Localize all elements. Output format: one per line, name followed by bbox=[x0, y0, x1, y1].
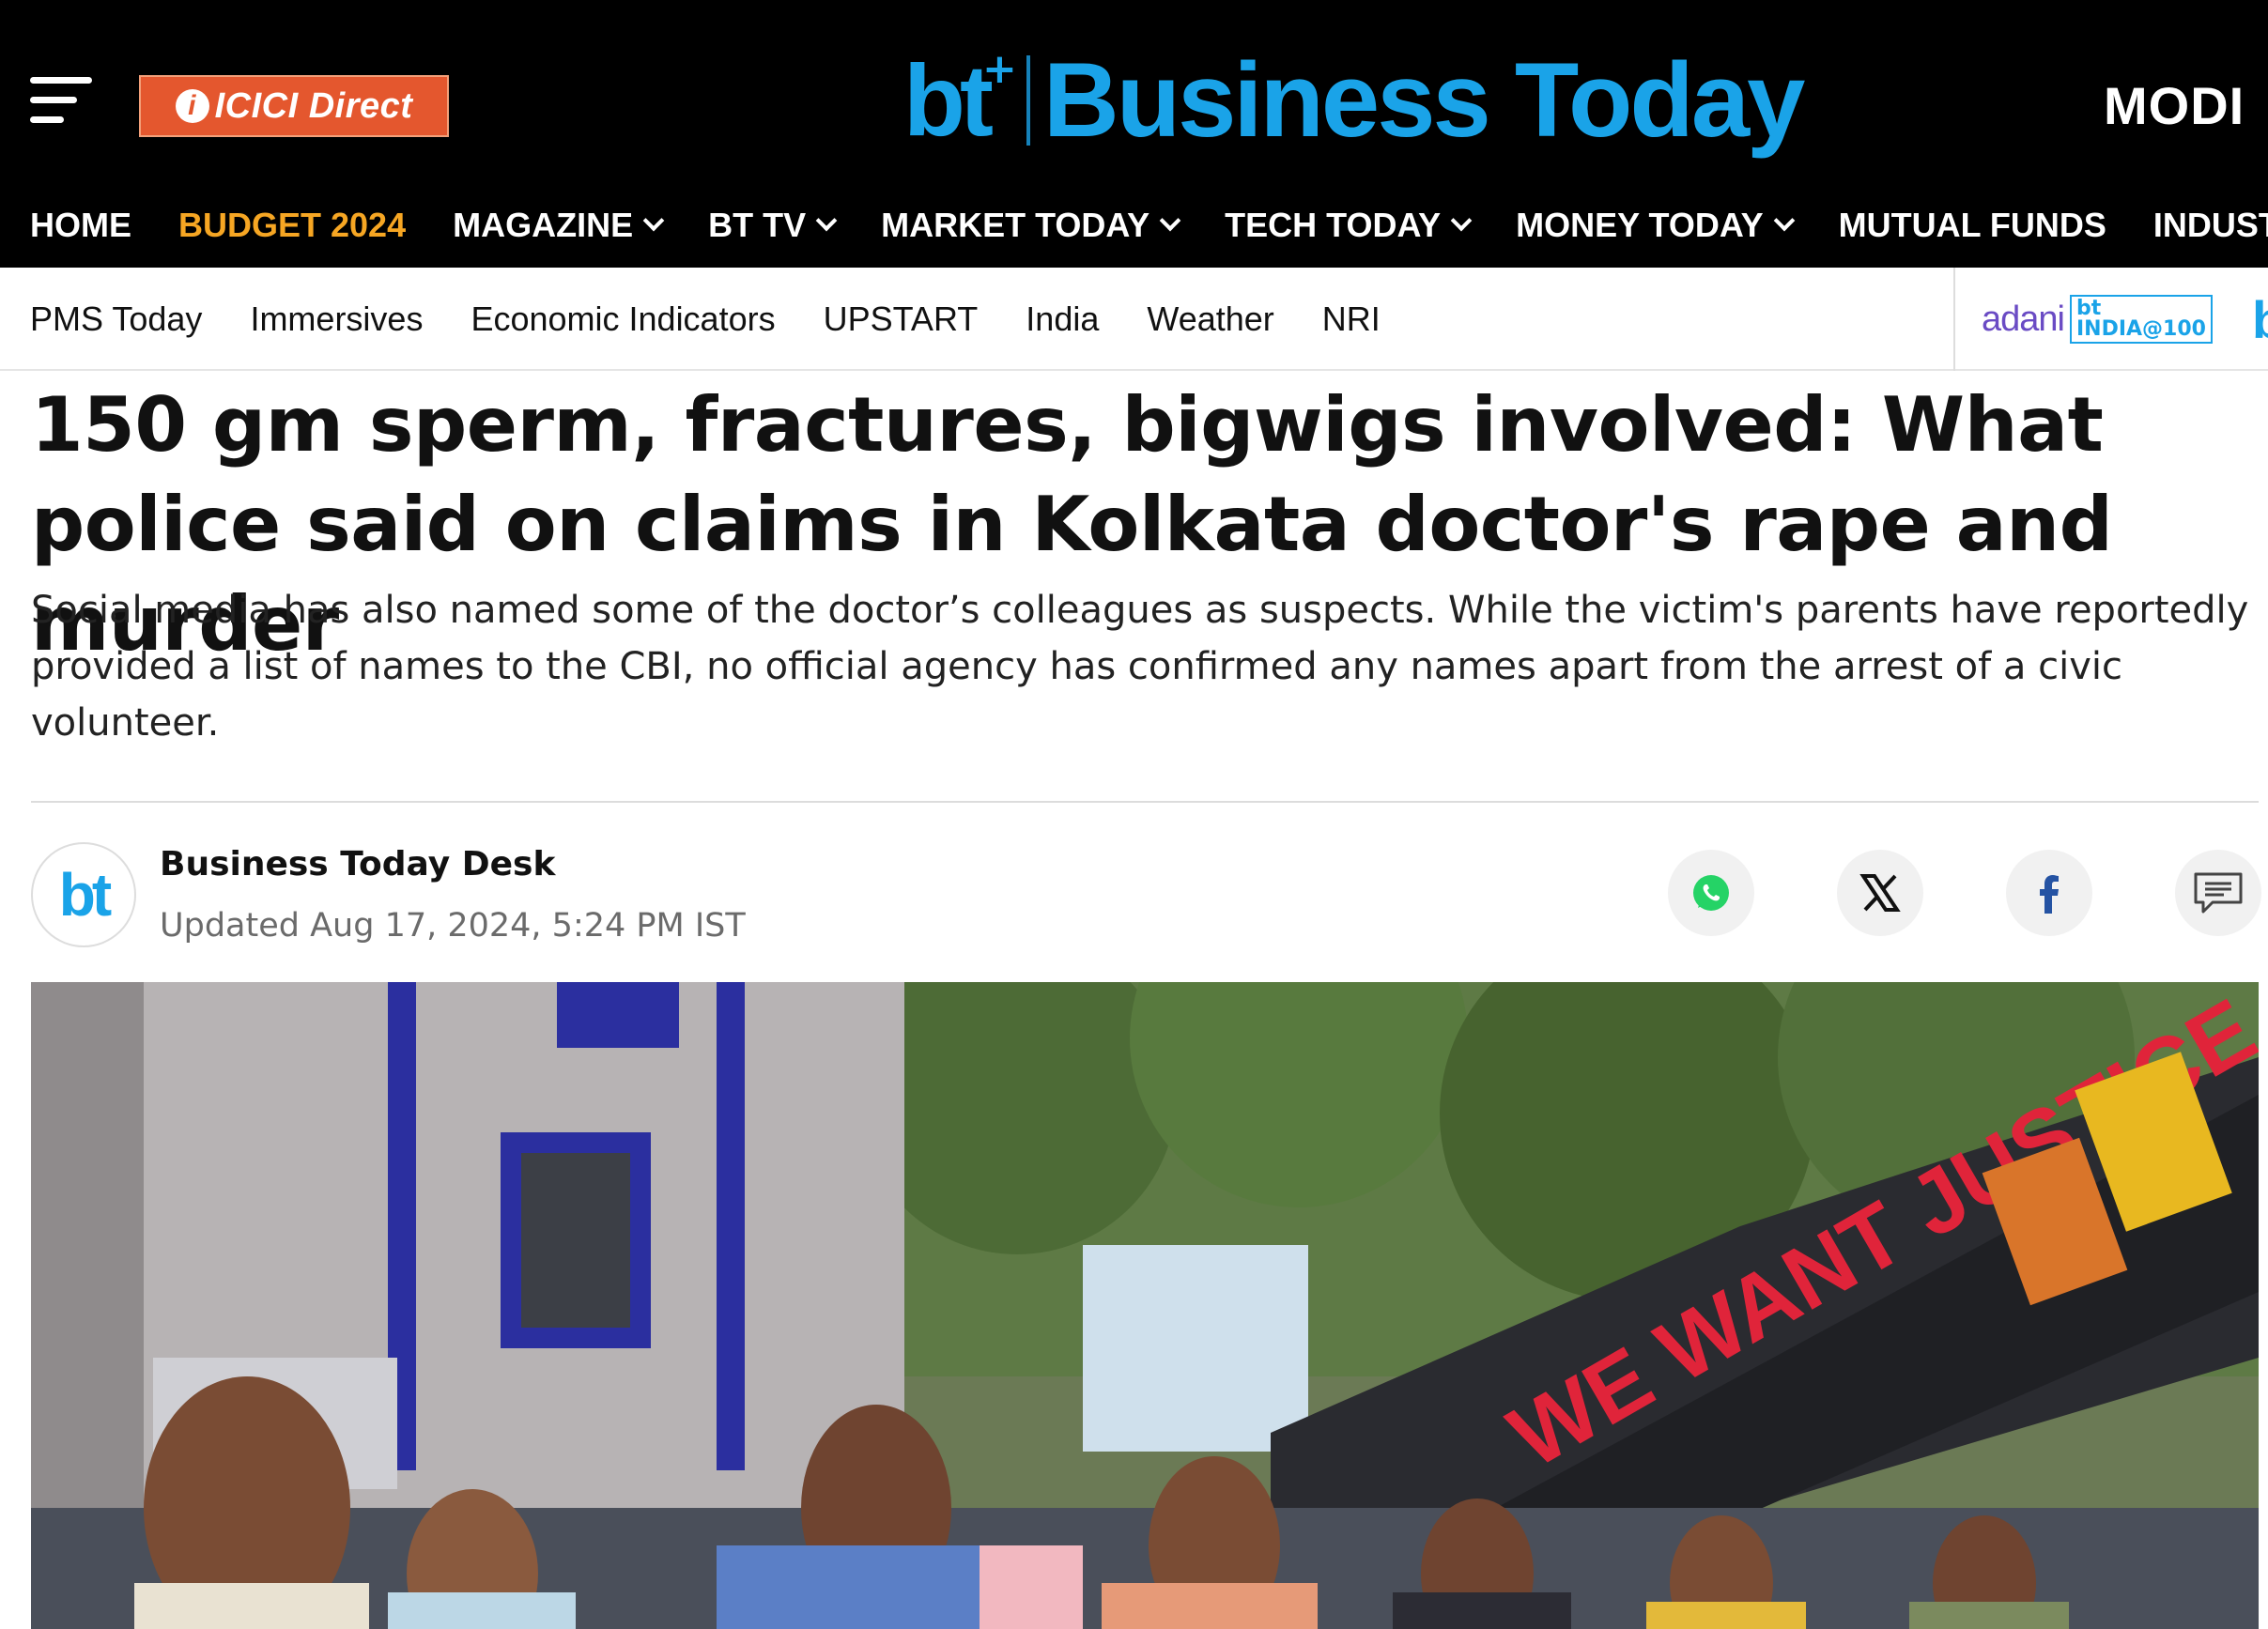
chevron-down-icon bbox=[815, 209, 838, 232]
hero-image[interactable]: WE WANT JUSTICE bbox=[31, 982, 2259, 1629]
x-icon bbox=[1859, 874, 1901, 912]
comment-icon bbox=[2194, 872, 2243, 914]
nav-budget-2024[interactable]: BUDGET 2024 bbox=[178, 206, 406, 245]
sponsor-logo-text: ICICI Direct bbox=[214, 85, 413, 126]
subnav-economic-indicators[interactable]: Economic Indicators bbox=[471, 300, 775, 339]
hero-illustration: WE WANT JUSTICE bbox=[31, 982, 2259, 1629]
subnav-immersives[interactable]: Immersives bbox=[250, 300, 423, 339]
author-name[interactable]: Business Today Desk bbox=[160, 845, 555, 884]
right-logo[interactable]: MODI bbox=[2104, 75, 2245, 136]
comments-button[interactable] bbox=[2175, 850, 2261, 936]
nav-money-today[interactable]: MONEY TODAY bbox=[1516, 206, 1795, 245]
brand-plus-icon: + bbox=[981, 44, 1017, 93]
author-avatar[interactable]: bt bbox=[31, 842, 136, 947]
nav-industry[interactable]: INDUSTRY bbox=[2153, 206, 2268, 245]
nav-label: BUDGET 2024 bbox=[178, 206, 407, 244]
sponsor-logo[interactable]: i ICICI Direct bbox=[139, 75, 449, 137]
subnav-upstart[interactable]: UPSTART bbox=[824, 300, 979, 339]
subnav-weather[interactable]: Weather bbox=[1147, 300, 1273, 339]
nav-label: MONEY TODAY bbox=[1516, 206, 1764, 244]
nav-label: MAGAZINE bbox=[453, 206, 634, 244]
sponsor-i-icon: i bbox=[175, 89, 209, 123]
facebook-share-button[interactable] bbox=[2006, 850, 2092, 936]
nav-home[interactable]: HOME bbox=[30, 206, 131, 245]
x-share-button[interactable] bbox=[1837, 850, 1923, 936]
chevron-down-icon bbox=[642, 209, 665, 232]
menu-icon[interactable] bbox=[30, 77, 92, 124]
bt-banking-logo: bt bbox=[2252, 289, 2268, 350]
india-100-badge: bt INDIA@100 bbox=[2069, 295, 2213, 344]
secondary-nav-links: PMS Today Immersives Economic Indicators… bbox=[30, 268, 1428, 371]
nav-tech-today[interactable]: TECH TODAY bbox=[1225, 206, 1473, 245]
whatsapp-icon bbox=[1693, 875, 1729, 911]
top-header: i ICICI Direct bt + Business Today MODI … bbox=[0, 0, 2268, 268]
nav-label: MUTUAL FUNDS bbox=[1838, 206, 2106, 244]
article-standfirst: Social media has also named some of the … bbox=[31, 589, 2249, 745]
whatsapp-share-button[interactable] bbox=[1668, 850, 1754, 936]
nav-bt-tv[interactable]: BT TV bbox=[708, 206, 838, 245]
subnav-pms-today[interactable]: PMS Today bbox=[30, 300, 202, 339]
subnav-india[interactable]: India bbox=[1026, 300, 1099, 339]
facebook-icon bbox=[2040, 875, 2059, 914]
nav-market-today[interactable]: MARKET TODAY bbox=[881, 206, 1181, 245]
brand-divider bbox=[1026, 55, 1030, 146]
divider bbox=[31, 801, 2259, 803]
secondary-nav: PMS Today Immersives Economic Indicators… bbox=[0, 268, 2268, 371]
chevron-down-icon bbox=[1773, 209, 1795, 232]
chevron-down-icon bbox=[1159, 209, 1181, 232]
brand-mark: bt bbox=[903, 43, 994, 157]
nav-mutual-funds[interactable]: MUTUAL FUNDS bbox=[1839, 206, 2106, 245]
nav-label: HOME bbox=[30, 206, 131, 244]
nav-label: INDUSTRY bbox=[2152, 206, 2268, 244]
nav-magazine[interactable]: MAGAZINE bbox=[453, 206, 665, 245]
subnav-nri[interactable]: NRI bbox=[1322, 300, 1381, 339]
chevron-down-icon bbox=[1450, 209, 1473, 232]
nav-label: BT TV bbox=[708, 206, 807, 244]
author-avatar-mark: bt bbox=[58, 861, 112, 929]
brand-logo[interactable]: bt + Business Today bbox=[903, 39, 1806, 161]
main-nav: HOME BUDGET 2024 MAGAZINE BT TV MARKET T… bbox=[0, 192, 2268, 258]
nav-label: MARKET TODAY bbox=[881, 206, 1150, 244]
updated-timestamp: Updated Aug 17, 2024, 5:24 PM IST bbox=[160, 907, 746, 945]
nav-label: TECH TODAY bbox=[1225, 206, 1442, 244]
adani-logo: adani bbox=[1982, 299, 2065, 339]
partner-logos[interactable]: adani bt INDIA@100 bt bbox=[1953, 268, 2268, 371]
brand-name: Business Today bbox=[1042, 41, 1806, 159]
